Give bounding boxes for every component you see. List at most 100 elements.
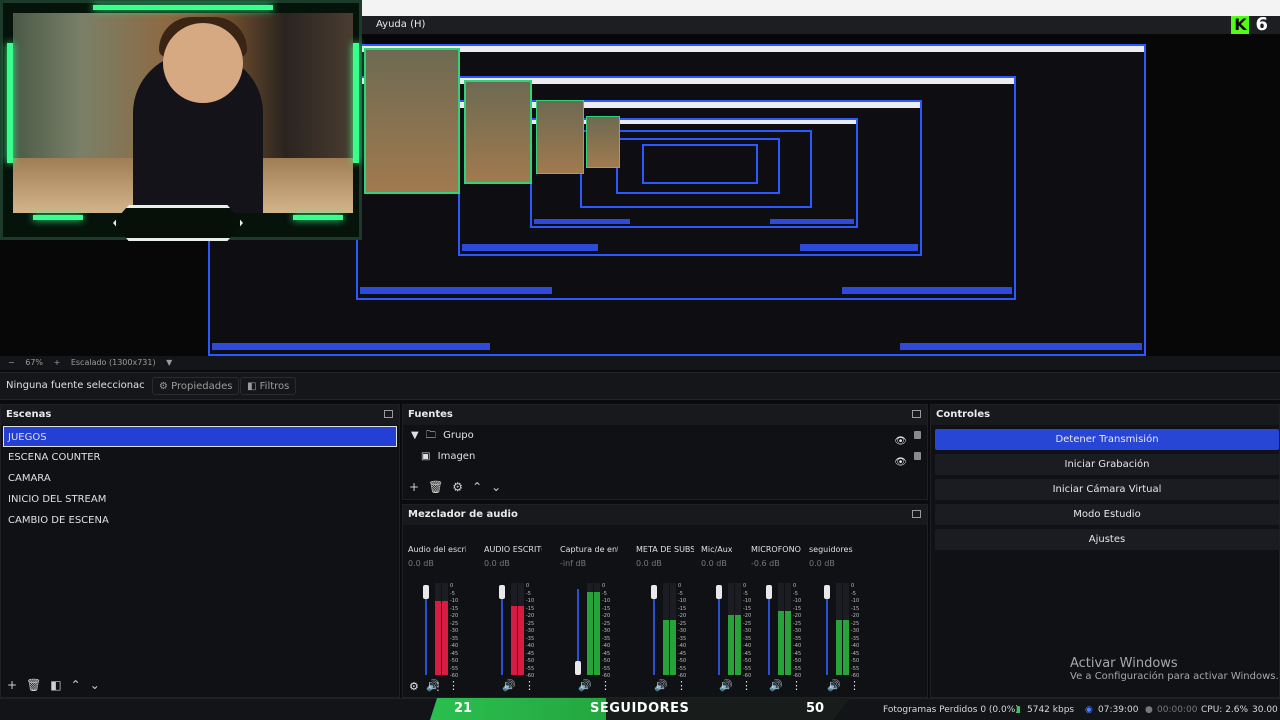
volume-fader[interactable] [768,589,770,675]
scene-item[interactable]: JUEGOS [3,426,397,447]
speaker-mute-icon[interactable]: 🔊 [654,679,668,692]
speaker-mute-icon[interactable]: 🔊 [578,679,592,692]
channel-menu-icon[interactable]: ⋮ [448,679,459,692]
volume-fader[interactable] [718,589,720,675]
sources-toolbar: + 🗑 ⚙ ⌃ ⌄ [403,475,927,499]
chevron-down-icon[interactable]: ▼ [411,430,419,441]
start-recording-button[interactable]: Iniciar Grabación [935,454,1279,475]
move-up-icon[interactable]: ⌃ [472,480,482,494]
source-camera[interactable]: ◉ camara 👁 [403,467,927,471]
level-meter [836,583,842,675]
speaker-mute-icon[interactable]: 🔊 [502,679,516,692]
level-meter [518,583,524,675]
gear-icon: ⚙ [159,381,168,392]
fader-handle[interactable] [766,585,772,599]
filter-icon[interactable]: ◧ [50,678,61,692]
record-icon: ● [1145,705,1153,715]
scenes-list: JUEGOS ESCENA COUNTER CAMARA INICIO DEL STR… [1,426,399,531]
volume-fader[interactable] [501,589,503,675]
lock-icon[interactable] [914,452,921,460]
dock-undock-icon[interactable] [912,510,921,518]
dock-undock-icon[interactable] [384,410,393,418]
channel-volume-db: 0.0 dB [484,559,510,568]
channel-name: seguidores [809,545,853,554]
audio-mixer-panel: Mezclador de audio Audio del escritorio 0… [402,504,928,698]
level-meter [785,583,791,675]
add-icon[interactable]: + [7,678,17,692]
filters-button[interactable]: ◧ Filtros [240,377,297,395]
db-scale: 0 -5 -10 -15 -20 -25 -30 -35 -40 -45 -50 -55 -60 [450,583,459,679]
scenes-toolbar: + 🗑 ◧ ⌃ ⌄ [1,673,399,697]
db-scale: 0 -5 -10 -15 -20 -25 -30 -35 -40 -45 -50 -55 -60 [851,583,860,679]
obs-window: { "menu": { "help": "Ayuda (H)" }, "kick… [0,0,1280,720]
studio-mode-button[interactable]: Modo Estudio [935,504,1279,525]
mirror-camera-3 [536,100,584,174]
scene-item[interactable]: ESCENA COUNTER [1,447,399,468]
channel-menu-icon[interactable]: ⋮ [849,679,860,692]
windows-activation-watermark: Activar Windows Ve a Configuración para … [1070,656,1279,682]
follower-label: SEGUIDORES [590,701,690,716]
trash-icon[interactable]: 🗑 [428,480,443,494]
fader-handle[interactable] [716,585,722,599]
level-meter [670,583,676,675]
channel-volume-db: -0.6 dB [751,559,780,568]
mixer-menu-icon[interactable]: ⋮ [432,680,443,693]
menu-help[interactable]: Ayuda (H) [376,19,425,30]
zoom-out-icon[interactable]: − [8,358,15,367]
scale-dropdown-icon[interactable]: ▼ [166,358,172,367]
volume-fader[interactable] [826,589,828,675]
scene-item[interactable]: INICIO DEL STREAM [1,489,399,510]
scenes-header: Escenas [1,405,399,425]
stream-icon: ◉ [1085,705,1093,715]
sources-list: ▼ 🗀 Grupo 👁 ▣ Imagen 👁 ◉ camara 👁 [403,425,927,471]
image-icon: ▣ [421,451,431,462]
zoom-level[interactable]: 67% [25,358,43,367]
signal-icon: ▮ [1016,705,1021,715]
channel-menu-icon[interactable]: ⋮ [791,679,802,692]
speaker-mute-icon[interactable]: 🔊 [769,679,783,692]
fader-handle[interactable] [824,585,830,599]
follower-goal-bar: 21 SEGUIDORES 50 [430,698,850,720]
kick-logo-icon: K [1231,15,1250,34]
settings-button[interactable]: Ajustes [935,529,1279,550]
source-group[interactable]: ▼ 🗀 Grupo 👁 [403,425,927,447]
speaker-mute-icon[interactable]: 🔊 [827,679,841,692]
db-scale: 0 -5 -10 -15 -20 -25 -30 -35 -40 -45 -50 -55 -60 [602,583,611,679]
trash-icon[interactable]: 🗑 [26,678,41,692]
source-image[interactable]: ▣ Imagen 👁 [403,446,927,468]
channel-menu-icon[interactable]: ⋮ [600,679,611,692]
fader-handle[interactable] [499,585,505,599]
lock-icon[interactable] [914,431,921,439]
fader-handle[interactable] [575,661,581,675]
zoom-in-icon[interactable]: + [54,358,61,367]
advanced-audio-gear-icon[interactable]: ⚙ [409,680,419,693]
channel-menu-icon[interactable]: ⋮ [524,679,535,692]
move-down-icon[interactable]: ⌄ [90,678,100,692]
no-source-label: Ninguna fuente seleccionac [6,380,145,391]
mixer-channel: Captura de entrada -inf dB 0-5-10-15-20-25… [560,545,618,695]
volume-fader[interactable] [425,589,427,675]
move-down-icon[interactable]: ⌄ [491,480,501,494]
fps: 30.00 / [1252,705,1278,715]
gear-icon[interactable]: ⚙ [452,480,463,494]
db-scale: 0 -5 -10 -15 -20 -25 -30 -35 -40 -45 -50 -55 -60 [526,583,535,679]
mixer-toolbar: ⚙ ⋮ [409,680,443,693]
fader-handle[interactable] [651,585,657,599]
scene-item[interactable]: CAMBIO DE ESCENA [1,510,399,531]
fader-handle[interactable] [423,585,429,599]
scene-item[interactable]: CAMARA [1,468,399,489]
dock-undock-icon[interactable] [912,410,921,418]
channel-name: META DE SUBS [636,545,694,554]
move-up-icon[interactable]: ⌃ [71,678,81,692]
add-icon[interactable]: + [409,480,419,494]
properties-button[interactable]: ⚙ Propiedades [152,377,240,395]
scale-mode[interactable]: Escalado (1300x731) [71,358,156,367]
volume-fader[interactable] [653,589,655,675]
speaker-mute-icon[interactable]: 🔊 [719,679,733,692]
db-scale: 0 -5 -10 -15 -20 -25 -30 -35 -40 -45 -50 -55 -60 [743,583,752,679]
stop-stream-button[interactable]: Detener Transmisión [935,429,1279,450]
start-virtual-camera-button[interactable]: Iniciar Cámara Virtual [935,479,1279,500]
channel-menu-icon[interactable]: ⋮ [676,679,687,692]
channel-name: MICROFONO [751,545,801,554]
mixer-channel: Audio del escritorio 0.0 dB 0-5-10-15-20-2… [408,545,466,695]
